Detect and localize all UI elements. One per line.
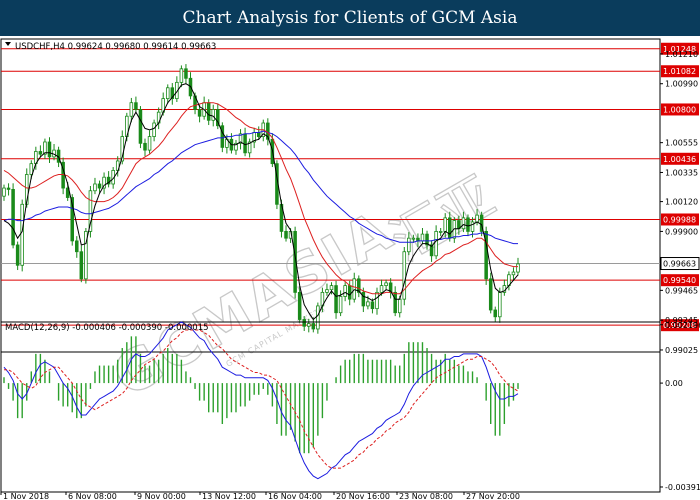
level-price-label: 1.01082 xyxy=(663,67,696,76)
candle-up xyxy=(402,251,407,300)
x-axis-tick-label: 6 Nov 08:00 xyxy=(68,492,117,500)
current-price-label: 0.99663 xyxy=(663,260,696,269)
x-axis-tick-label: 27 Nov 20:00 xyxy=(466,492,520,500)
macd-info-line: MACD(12,26,9) -0.000406 -0.000390 -0.000… xyxy=(5,323,209,333)
x-axis-tick-label: 23 Nov 08:00 xyxy=(399,492,453,500)
candle-up xyxy=(152,122,156,137)
candle-up xyxy=(407,237,411,253)
macd-y-tick-label: -0.003911 xyxy=(665,483,700,492)
candle-down xyxy=(311,323,316,330)
candle-down xyxy=(138,109,143,144)
candle-down xyxy=(143,142,147,151)
candle-down xyxy=(466,217,470,232)
candle-up xyxy=(329,285,334,291)
x-axis-tick-label: 13 Nov 12:00 xyxy=(202,492,256,500)
report-banner-title: Chart Analysis for Clients of GCM Asia xyxy=(0,0,700,36)
candle-up xyxy=(511,271,516,276)
candle-up xyxy=(411,237,416,240)
candle-down xyxy=(297,291,302,320)
candle-up xyxy=(434,231,438,257)
candle-down xyxy=(75,240,79,253)
candle-down xyxy=(488,278,493,311)
candle-up xyxy=(498,291,502,318)
candle-up xyxy=(179,68,184,83)
candle-down xyxy=(448,217,452,239)
candle-down xyxy=(493,309,498,318)
candle-up xyxy=(316,305,320,330)
candle-up xyxy=(384,282,388,287)
x-axis-tick-label: 9 Nov 00:00 xyxy=(137,492,186,500)
candle-down xyxy=(47,141,52,158)
candle-down xyxy=(302,319,306,327)
x-axis-tick-label: 1 Nov 2018 xyxy=(3,492,49,500)
candle-down xyxy=(256,132,261,137)
candle-down xyxy=(79,251,84,280)
candle-down xyxy=(370,301,375,310)
candle-up xyxy=(306,323,311,327)
candle-up xyxy=(420,233,425,242)
candle-down xyxy=(38,151,43,155)
candle-up xyxy=(375,291,379,310)
macd-y-tick-label: 0.00 xyxy=(665,379,683,388)
usdchf-chart: GCMASIA 汇亚 GCM CAPITAL MARKETS 1.012481.… xyxy=(0,36,700,500)
candle-down xyxy=(11,189,15,246)
price-y-tick-label: 0.99025 xyxy=(665,346,698,355)
candle-down xyxy=(6,187,11,190)
price-y-tick-label: 1.00990 xyxy=(665,80,698,89)
candle-up xyxy=(129,102,134,117)
candle-down xyxy=(97,183,102,189)
candle-up xyxy=(2,187,6,197)
candle-up xyxy=(443,217,447,232)
candle-up xyxy=(461,217,466,230)
candle-down xyxy=(15,244,20,266)
candle-down xyxy=(284,231,288,239)
price-y-tick-label: 1.00120 xyxy=(665,198,698,207)
candle-up xyxy=(438,231,443,233)
candle-up xyxy=(147,136,152,151)
candle-down xyxy=(197,109,202,117)
level-price-label: 0.99540 xyxy=(663,276,696,285)
candle-down xyxy=(334,285,338,314)
candle-up xyxy=(325,289,329,293)
symbol-info-line: USDCHF,H4 0.99624 0.99680 0.99614 0.9966… xyxy=(15,42,216,52)
candle-down xyxy=(361,291,366,307)
price-y-tick-label: 1.00335 xyxy=(665,168,698,177)
x-axis-tick-label: 20 Nov 16:00 xyxy=(336,492,390,500)
level-price-label: 0.99988 xyxy=(663,215,696,224)
candle-up xyxy=(366,301,370,307)
candle-up xyxy=(397,298,402,314)
candle-up xyxy=(20,203,24,266)
candle-down xyxy=(243,133,247,154)
level-price-label: 1.00800 xyxy=(663,105,696,114)
price-y-tick-label: 0.99465 xyxy=(665,286,698,295)
candle-up xyxy=(343,285,347,297)
candle-up xyxy=(93,183,97,192)
price-y-tick-label: 1.00555 xyxy=(665,139,698,148)
candle-down xyxy=(393,291,397,314)
candle-up xyxy=(470,221,475,232)
price-y-tick-label: 0.99900 xyxy=(665,227,698,236)
level-price-label: 1.00436 xyxy=(663,155,696,164)
candle-up xyxy=(475,214,479,223)
price-y-tick-label: 1.01210 xyxy=(665,50,698,59)
candle-down xyxy=(184,68,188,79)
candle-up xyxy=(338,296,343,314)
candle-up xyxy=(379,285,384,293)
candle-down xyxy=(220,125,225,148)
candle-down xyxy=(206,102,211,121)
candle-down xyxy=(134,102,138,110)
x-axis-tick-label: 16 Nov 04:00 xyxy=(268,492,322,500)
candle-down xyxy=(347,285,352,300)
candle-up xyxy=(211,109,216,121)
candle-up xyxy=(516,263,520,273)
macd-y-tick-label: 0.002196 xyxy=(665,321,700,330)
candle-up xyxy=(165,87,170,100)
candle-up xyxy=(352,278,357,300)
